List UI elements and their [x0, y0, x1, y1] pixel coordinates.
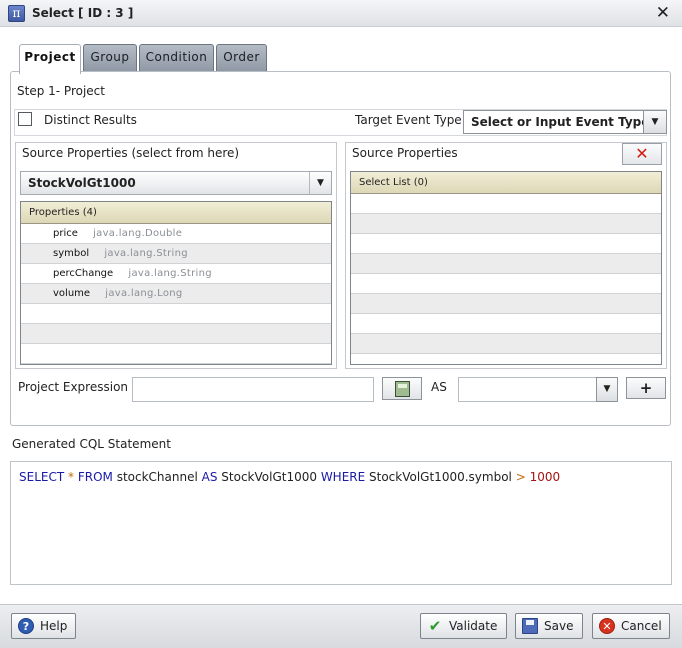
- source-select-value: StockVolGt1000: [28, 176, 136, 190]
- tab-group[interactable]: Group: [83, 44, 137, 72]
- cql-token: stockChannel: [112, 470, 202, 484]
- help-icon: ?: [18, 618, 34, 634]
- tab-order[interactable]: Order: [216, 44, 267, 72]
- empty-row: [351, 254, 661, 274]
- cancel-button[interactable]: ✕ Cancel: [592, 613, 670, 639]
- selected-properties-title: Source Properties: [352, 146, 458, 160]
- project-expression-input[interactable]: [132, 377, 374, 402]
- table-row[interactable]: percChange java.lang.String: [21, 264, 331, 284]
- cql-token: WHERE: [320, 470, 366, 484]
- cql-token: SELECT: [19, 470, 65, 484]
- check-icon: ✔: [428, 617, 442, 635]
- tab-project[interactable]: Project: [19, 44, 81, 74]
- title-bar: π Select [ ID : 3 ] ✕: [0, 0, 682, 27]
- table-row[interactable]: symbol java.lang.String: [21, 244, 331, 264]
- save-button[interactable]: Save: [515, 613, 583, 639]
- source-select-combo[interactable]: StockVolGt1000 ▼: [20, 171, 332, 195]
- empty-row: [351, 334, 661, 354]
- property-type: java.lang.String: [104, 248, 188, 259]
- cql-token: 1000: [529, 470, 561, 484]
- property-type: java.lang.String: [128, 268, 212, 279]
- save-label: Save: [544, 619, 574, 633]
- cancel-label: Cancel: [621, 619, 662, 633]
- empty-row: [351, 314, 661, 334]
- save-icon: [522, 618, 538, 634]
- cql-statement: SELECT * FROM stockChannel AS StockVolGt…: [10, 461, 672, 585]
- chevron-down-icon[interactable]: ▼: [643, 110, 667, 134]
- chevron-down-icon[interactable]: ▼: [309, 172, 331, 194]
- empty-row: [351, 214, 661, 234]
- properties-rows: price java.lang.Double symbol java.lang.…: [21, 224, 331, 364]
- cql-token: FROM: [77, 470, 113, 484]
- empty-row: [21, 304, 331, 324]
- step-label: Step 1- Project: [17, 84, 105, 98]
- select-list-header[interactable]: Select List (0): [351, 172, 661, 194]
- table-row[interactable]: price java.lang.Double: [21, 224, 331, 244]
- cql-token: >: [515, 470, 526, 484]
- cql-token: AS: [201, 470, 218, 484]
- cql-label: Generated CQL Statement: [12, 437, 171, 451]
- empty-row: [351, 294, 661, 314]
- project-expression-label: Project Expression: [18, 380, 129, 394]
- as-label: AS: [431, 380, 447, 394]
- property-name: symbol: [53, 248, 90, 259]
- table-row[interactable]: volume java.lang.Long: [21, 284, 331, 304]
- distinct-results-checkbox[interactable]: [18, 112, 32, 126]
- property-name: price: [53, 228, 78, 239]
- source-properties-title: Source Properties (select from here): [22, 146, 240, 160]
- delete-icon: ✕: [635, 144, 649, 163]
- property-type: java.lang.Long: [105, 288, 183, 299]
- property-type: java.lang.Double: [93, 228, 183, 239]
- add-expression-button[interactable]: +: [626, 377, 666, 399]
- select-list-grid: Select List (0): [350, 171, 662, 365]
- window-title: Select [ ID : 3 ]: [32, 6, 134, 20]
- distinct-results-label: Distinct Results: [44, 113, 137, 127]
- properties-grid: Properties (4) price java.lang.Double sy…: [20, 201, 332, 365]
- empty-row: [21, 344, 331, 364]
- target-event-type-label: Target Event Type: [355, 113, 462, 127]
- cql-token: StockVolGt1000: [217, 470, 321, 484]
- chevron-down-icon[interactable]: ▼: [596, 377, 618, 402]
- target-event-type-value: Select or Input Event Type: [471, 115, 650, 129]
- calculator-icon: [395, 381, 410, 397]
- delete-button[interactable]: ✕: [622, 143, 662, 165]
- cql-token: StockVolGt1000.symbol: [365, 470, 516, 484]
- properties-header[interactable]: Properties (4): [21, 202, 331, 224]
- property-name: volume: [53, 288, 91, 299]
- close-icon[interactable]: ✕: [656, 3, 670, 23]
- help-button[interactable]: ? Help: [11, 613, 76, 639]
- alias-combo[interactable]: ▼: [458, 377, 618, 402]
- empty-row: [351, 194, 661, 214]
- expression-builder-button[interactable]: [382, 377, 422, 400]
- validate-label: Validate: [449, 619, 498, 633]
- help-label: Help: [40, 619, 68, 633]
- empty-row: [351, 234, 661, 254]
- validate-button[interactable]: ✔ Validate: [420, 613, 507, 639]
- tab-condition[interactable]: Condition: [139, 44, 214, 72]
- cancel-icon: ✕: [599, 618, 615, 634]
- property-name: percChange: [53, 268, 114, 279]
- empty-row: [21, 324, 331, 344]
- empty-row: [351, 274, 661, 294]
- target-event-type-combo[interactable]: Select or Input Event Type ▼: [463, 110, 667, 134]
- app-icon: π: [8, 5, 25, 22]
